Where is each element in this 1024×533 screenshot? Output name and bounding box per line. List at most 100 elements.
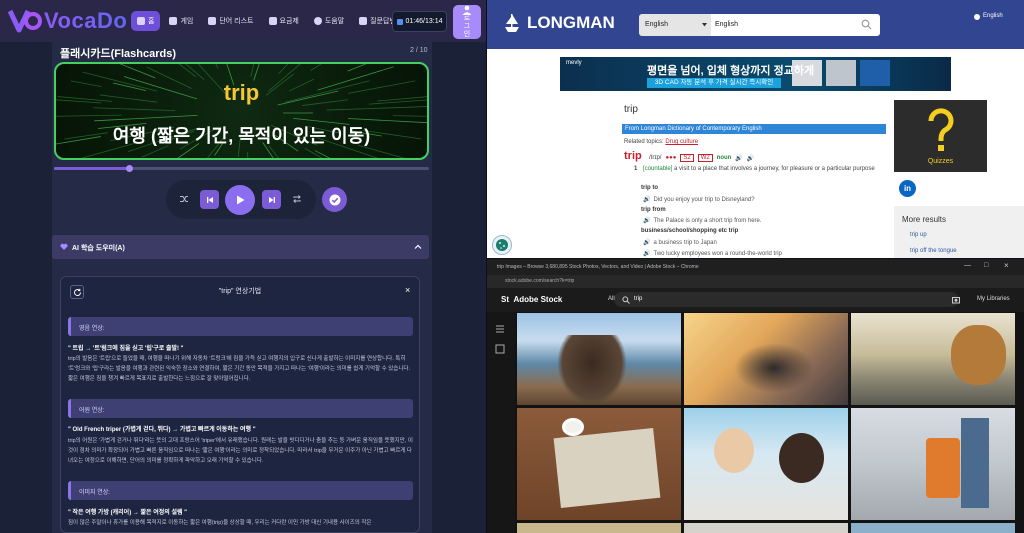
close-icon[interactable]: × (405, 286, 410, 295)
stock-photo-map-planning[interactable] (517, 408, 681, 520)
longman-logo-text: LONGMAN (527, 13, 615, 32)
warp-streak (56, 114, 122, 117)
search-input[interactable]: English (711, 14, 880, 36)
progress-knob[interactable] (126, 165, 133, 172)
logo-text: VocaDo (44, 8, 128, 33)
section-heading: 이미지 연상: (79, 490, 110, 496)
shuffle-button[interactable] (176, 191, 192, 207)
layout-icon[interactable] (495, 344, 505, 354)
cookie-icon (496, 239, 508, 251)
play-button[interactable] (225, 185, 255, 215)
card-progress-bar[interactable] (54, 165, 429, 172)
login-button[interactable]: 로그인 (453, 5, 481, 39)
previous-button[interactable] (200, 190, 219, 209)
speaker-icon[interactable]: 🔊 (643, 218, 650, 224)
longman-window: LONGMAN English English English mevly 평면… (487, 0, 1024, 258)
ai-helper-header[interactable]: AI 학습 도우미(A) (52, 235, 429, 259)
my-libraries-button[interactable]: My Libraries (977, 296, 1010, 302)
related-topic-link[interactable]: Drug culture (665, 139, 698, 145)
question-mark-icon (928, 108, 954, 151)
speaker-icon[interactable]: 🔊 (735, 155, 742, 162)
section-subheading: " 트립 → '트'럼크에 짐을 싣고 '립'구로 출발! " (68, 346, 184, 352)
home-icon (137, 17, 145, 25)
clock-icon (396, 18, 403, 25)
sense-1: 1 [countable] a visit to a place that in… (634, 165, 894, 174)
select-value: English (645, 21, 668, 28)
repeat-button[interactable] (289, 191, 305, 207)
vocado-logo-icon (8, 9, 42, 33)
nav-game[interactable]: 게임 (163, 11, 199, 31)
more-results-title: More results (902, 215, 947, 224)
card-icon (268, 17, 277, 25)
section-text: 짐이 많은 주말이나 휴가를 이용해 목적지로 이동하는 짧은 여행(trip)… (68, 520, 372, 526)
minimize-icon[interactable]: — (964, 262, 971, 269)
adobe-stock-logo[interactable]: St Adobe Stock (501, 295, 562, 304)
search-value: English (715, 21, 738, 28)
nav-word-list[interactable]: 단어 리스트 (202, 11, 259, 31)
part-of-speech: noun (716, 155, 732, 161)
stock-photo-row-3a[interactable] (517, 523, 681, 533)
example: 🔊 a business trip to Japan (643, 239, 717, 246)
maximize-icon[interactable]: □ (984, 262, 988, 269)
nav-pricing[interactable]: 요금제 (263, 11, 305, 31)
screen: VocaDo 홈 게임 단어 리스트 요금제 도움말 질문답변 01:46/13… (0, 0, 1024, 533)
close-window-icon[interactable]: × (1004, 261, 1009, 270)
nav-label: 홈 (148, 18, 155, 25)
speaker-icon[interactable]: 🔊 (643, 197, 650, 203)
refresh-button[interactable] (70, 285, 84, 299)
more-result-link[interactable]: trip up (910, 232, 927, 238)
window-title: trip Images – Browse 3,680,895 Stock Pho… (497, 264, 699, 270)
warp-streak (119, 64, 156, 79)
stock-photo-dog-road[interactable] (851, 313, 1015, 405)
headword-details: /trɪp/ ●●● S2 W2 noun 🔊 🔊 (649, 154, 754, 162)
longman-logo[interactable]: LONGMAN (503, 12, 615, 34)
flashcard[interactable]: trip 여행 (짧은 기간, 목적이 있는 이동) (54, 62, 429, 160)
nav-home[interactable]: 홈 (131, 11, 161, 31)
flag-icon (974, 14, 980, 20)
stock-photo-row-3b[interactable] (684, 523, 848, 533)
vocado-window: VocaDo 홈 게임 단어 리스트 요금제 도움말 질문답변 01:46/13… (0, 0, 486, 533)
warp-streak (304, 148, 323, 158)
stock-search-bar[interactable] (614, 292, 959, 307)
chat-icon (359, 17, 368, 25)
nav-help[interactable]: 도움말 (308, 11, 350, 31)
speaker-icon[interactable]: 🔊 (747, 155, 754, 162)
asset-filter-dropdown[interactable]: All (608, 296, 615, 302)
logo[interactable]: VocaDo (8, 6, 127, 36)
stock-photo-women-laughing[interactable] (684, 408, 848, 520)
cookie-settings-button[interactable] (492, 235, 512, 255)
collocation: business/school/shopping etc trip (641, 228, 739, 234)
dictionary-select[interactable]: English (639, 14, 711, 36)
next-button[interactable] (262, 190, 281, 209)
example: 🔊 Two lucky employees won a round-the-wor… (643, 250, 782, 257)
ad-subline: 3D CAD 자동 분석 후 가격 실시간 즉시확인 (647, 78, 781, 88)
visual-search-icon[interactable] (952, 296, 960, 304)
linkedin-icon[interactable]: in (899, 180, 916, 197)
related-topics: Related topics: Drug culture (624, 139, 698, 145)
pronunciation: /trɪp/ (649, 155, 662, 161)
section-subheading: " Old French triper (가볍게 걷다, 뛰다) → 가볍고 빠… (68, 427, 256, 433)
speaker-icon[interactable]: 🔊 (643, 251, 650, 257)
filter-icon[interactable] (495, 324, 505, 334)
help-icon (313, 17, 322, 25)
card-meaning: 여행 (짧은 기간, 목적이 있는 이동) (112, 126, 371, 146)
stock-photo-friends-coast[interactable] (517, 313, 681, 405)
language-link[interactable]: English (983, 13, 1003, 19)
section-text: trip의 어원은 '가볍게 걷거나 뛰다'라는 뜻의 고대 프랑스어 'tri… (68, 438, 413, 464)
ai-panel-title: "trip" 연상기법 (218, 288, 262, 295)
nav-label: 요금제 (279, 18, 299, 25)
mark-learned-button[interactable] (322, 187, 347, 212)
example-text: Did you enjoy your trip to Disneyland? (653, 197, 755, 203)
address-bar[interactable]: stock.adobe.com/search?k=trip (487, 275, 1024, 288)
speaker-icon[interactable]: 🔊 (643, 240, 650, 246)
stock-photo-woman-car[interactable] (684, 313, 848, 405)
search-icon[interactable] (861, 19, 872, 30)
warp-streak (253, 64, 260, 81)
more-result-link[interactable]: trip off the tongue (910, 248, 957, 254)
chevron-up-icon[interactable] (414, 243, 422, 251)
quizzes-box[interactable]: Quizzes (894, 100, 987, 172)
session-timer: 01:46/13:14 (392, 11, 447, 32)
stock-photo-row-3c[interactable] (851, 523, 1015, 533)
sense-tag: [countable] (643, 166, 673, 172)
stock-photo-suitcase[interactable] (851, 408, 1015, 520)
